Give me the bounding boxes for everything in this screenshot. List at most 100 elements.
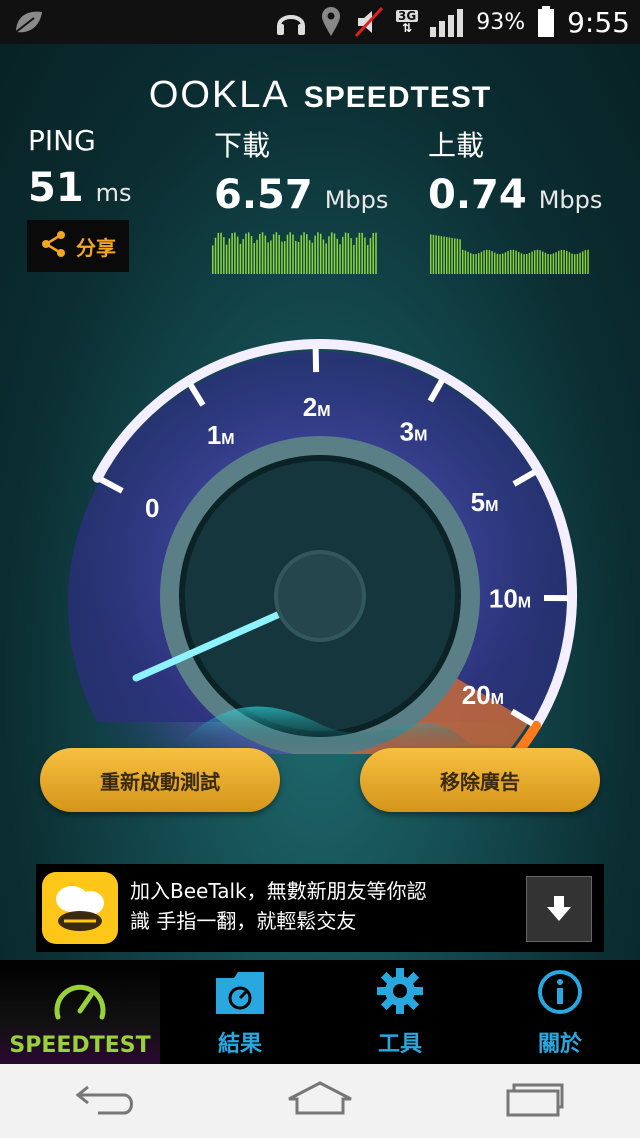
sparkline-bar [347,233,350,274]
sparkline-bar [256,239,258,274]
leaf-icon [12,8,46,36]
ping-metric: PING 51 ms [28,124,132,211]
sparkline-bar [483,250,485,274]
sparkline-bar [325,243,327,274]
sparkline-bar [358,232,361,274]
upload-sparkline [430,234,589,274]
sparkline-bar [467,251,469,274]
home-icon[interactable] [285,1079,355,1123]
sparkline-bar [523,254,525,274]
tab-speedtest[interactable]: SPEEDTEST [0,960,160,1064]
ad-text: 加入BeeTalk，無數新朋友等你認 識 手指一翻，就輕鬆交友 [130,876,510,936]
signal-icon [430,7,464,37]
sparkline-bar [236,236,239,274]
sparkline-bar [342,236,344,274]
sparkline-bar [245,233,247,274]
sparkline-bar [547,253,549,274]
sparkline-bar [247,232,250,274]
sparkline-bar [272,234,275,274]
download-unit: Mbps [324,186,389,214]
upload-metric: 上載 0.74 Mbps [428,124,602,218]
sparkline-bar [459,239,461,274]
sparkline-bar [454,238,456,274]
tab-label: 工具 [377,1032,422,1057]
back-icon[interactable] [74,1079,138,1123]
sparkline-bar [267,242,269,274]
sparkline-bar [443,236,445,274]
download-label: 下載 [214,129,271,162]
ping-label: PING [28,124,96,157]
share-button[interactable]: 分享 [27,220,129,272]
mute-icon [354,6,384,38]
sparkline-bar [330,232,333,274]
share-icon [40,230,68,263]
sparkline-bar [470,253,472,274]
speed-gauge: 01M2M3M5M10M20M30M50M [0,274,640,858]
sparkline-bar [353,244,355,274]
beetalk-ad-banner[interactable]: 加入BeeTalk，無數新朋友等你認 識 手指一翻，就輕鬆交友 [36,864,604,952]
sparkline-bar [552,253,555,274]
location-icon [320,6,342,38]
sparkline-bar [278,234,280,274]
bottom-tab-bar: SPEEDTEST 結果 工具 關於 [0,960,640,1064]
tab-label: 關於 [537,1032,582,1057]
sparkline-bar [494,252,496,274]
sparkline-bar [264,235,267,274]
sparkline-bar [361,232,363,274]
sparkline-bar [510,249,512,274]
tab-label: SPEEDTEST [9,1033,151,1058]
clock: 9:55 [567,5,630,39]
sparkline-bar [432,234,435,274]
tab-label: 結果 [217,1032,262,1057]
upload-value: 0.74 [428,172,527,218]
sparkline-bar [231,233,233,274]
sparkline-bar [292,234,294,274]
brand-ookla: OOKLA [148,74,290,116]
sparkline-bar [464,250,467,274]
headset-icon [274,6,308,38]
sparkline-bar [250,236,253,274]
sparkline-bar [499,254,501,274]
ping-unit: ms [95,179,132,207]
sparkline-bar [568,252,571,274]
tab-about[interactable]: 關於 [480,960,640,1064]
sparkline-bar [456,238,459,274]
sparkline-bar [366,245,369,274]
beetalk-icon [42,872,118,944]
sparkline-bar [448,237,451,274]
sparkline-bar [512,249,515,274]
restart-test-button[interactable]: 重新啟動測試 [40,748,280,812]
sparkline-bar [579,252,581,274]
tab-results[interactable]: 結果 [160,960,320,1064]
sparkline-bar [295,240,297,274]
sparkline-bar [311,242,314,274]
tab-tools[interactable]: 工具 [320,960,480,1064]
recents-icon[interactable] [502,1079,566,1123]
sparkline-bar [472,254,475,274]
sparkline-bar [283,241,286,274]
sparkline-bar [526,253,528,274]
sparkline-bar [217,232,220,274]
sparkline-bar [480,251,483,274]
sparkline-bar [520,253,523,274]
sparkline-bar [435,235,437,274]
sparkline-bar [297,241,300,274]
sparkline-bar [486,249,488,274]
ookla-logo: OOKLA SPEEDTEST [0,74,640,117]
sparkline-bar [303,232,305,274]
sparkline-bar [355,237,358,274]
sparkline-bar [563,249,565,274]
download-arrow-icon[interactable] [526,876,592,942]
sparkline-bar [212,245,214,274]
sparkline-bar [234,232,236,274]
sparkline-bar [488,250,491,274]
sparkline-bar [518,252,520,274]
sparkline-bar [300,235,303,274]
sparkline-bar [558,250,560,274]
remove-ads-button[interactable]: 移除廣告 [360,748,600,812]
sparkline-bar [333,233,336,274]
battery-percent: 93% [476,9,526,35]
sparkline-bar [440,236,443,274]
sparkline-bar [504,252,507,274]
sparkline-bar [430,234,432,274]
